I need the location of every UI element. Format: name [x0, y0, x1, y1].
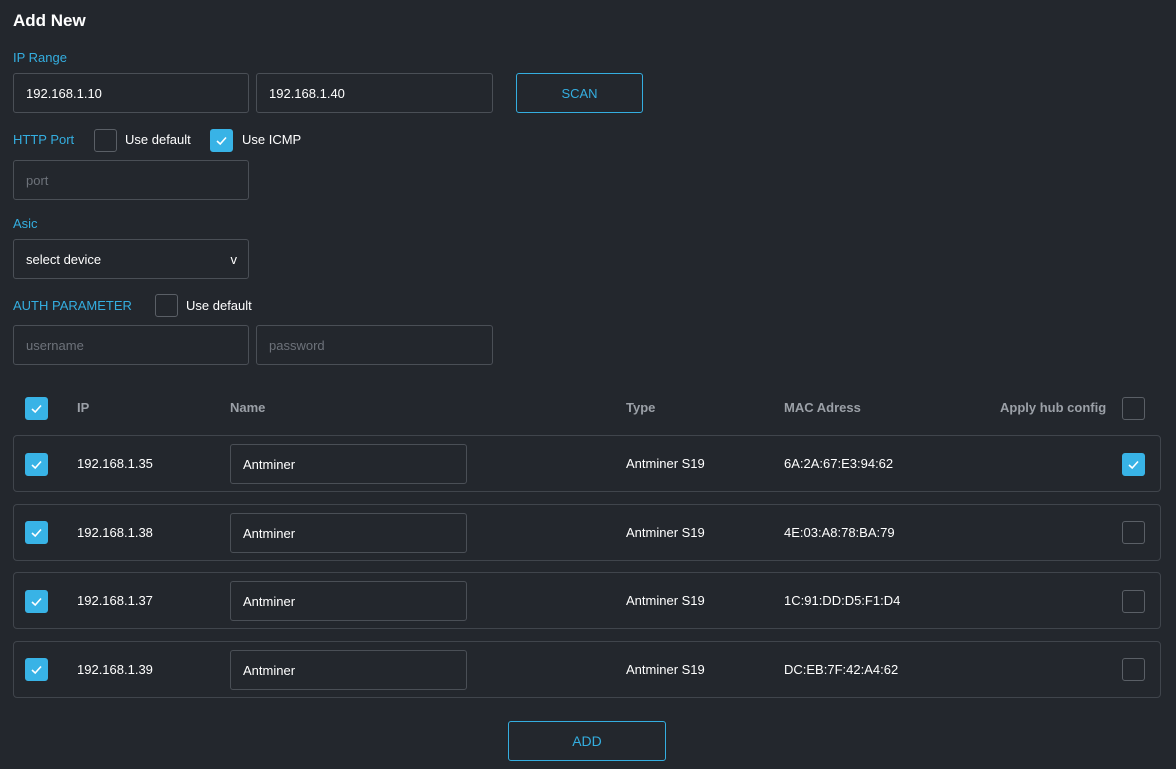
- asic-label: Asic: [13, 216, 38, 231]
- ip-range-end-input[interactable]: [256, 73, 493, 113]
- username-input[interactable]: [13, 325, 249, 365]
- page-title: Add New: [13, 11, 86, 30]
- auth-use-default-checkbox[interactable]: [155, 294, 178, 317]
- http-port-label: HTTP Port: [13, 132, 75, 147]
- check-icon: [31, 460, 42, 470]
- check-icon: [216, 136, 227, 146]
- http-port-use-default-checkbox[interactable]: [94, 129, 117, 152]
- row-select-checkbox[interactable]: [25, 590, 48, 613]
- row-mac-address: DC:EB:7F:42:A4:62: [784, 662, 899, 677]
- table-row: 192.168.1.38 Antminer S19 4E:03:A8:78:BA…: [13, 504, 1161, 561]
- row-type: Antminer S19: [626, 456, 705, 471]
- http-port-use-default-label: Use default: [125, 132, 191, 147]
- chevron-down-icon: v: [230, 251, 238, 267]
- row-type: Antminer S19: [626, 593, 705, 608]
- table-row: 192.168.1.39 Antminer S19 DC:EB:7F:42:A4…: [13, 641, 1161, 698]
- row-select-checkbox[interactable]: [25, 521, 48, 544]
- auth-use-default-label: Use default: [186, 298, 252, 313]
- check-icon: [31, 597, 42, 607]
- row-apply-hub-config-checkbox[interactable]: [1122, 453, 1145, 476]
- row-name-input[interactable]: [230, 581, 467, 621]
- column-header-apply-hub-config: Apply hub config: [1000, 400, 1107, 415]
- use-icmp-label: Use ICMP: [242, 132, 302, 147]
- asic-selected-value: select device: [26, 251, 102, 267]
- row-apply-hub-config-checkbox[interactable]: [1122, 521, 1145, 544]
- row-ip: 192.168.1.37: [77, 593, 153, 608]
- row-ip: 192.168.1.38: [77, 525, 153, 540]
- row-select-checkbox[interactable]: [25, 453, 48, 476]
- row-mac-address: 4E:03:A8:78:BA:79: [784, 525, 895, 540]
- add-button[interactable]: ADD: [508, 721, 666, 761]
- password-input[interactable]: [256, 325, 493, 365]
- row-type: Antminer S19: [626, 662, 705, 677]
- row-apply-hub-config-checkbox[interactable]: [1122, 590, 1145, 613]
- table-row: 192.168.1.35 Antminer S19 6A:2A:67:E3:94…: [13, 435, 1161, 492]
- row-ip: 192.168.1.39: [77, 662, 153, 677]
- column-header-mac: MAC Adress: [784, 400, 861, 415]
- ip-range-label: IP Range: [13, 50, 67, 65]
- row-name-input[interactable]: [230, 444, 467, 484]
- row-select-checkbox[interactable]: [25, 658, 48, 681]
- apply-hub-config-all-checkbox[interactable]: [1122, 397, 1145, 420]
- check-icon: [31, 528, 42, 538]
- auth-parameter-label: AUTH PARAMETER: [13, 298, 132, 313]
- use-icmp-checkbox[interactable]: [210, 129, 233, 152]
- row-mac-address: 6A:2A:67:E3:94:62: [784, 456, 894, 471]
- check-icon: [31, 404, 42, 414]
- row-ip: 192.168.1.35: [77, 456, 153, 471]
- column-header-type: Type: [626, 400, 656, 415]
- port-input[interactable]: [13, 160, 249, 200]
- check-icon: [31, 665, 42, 675]
- table-row: 192.168.1.37 Antminer S19 1C:91:DD:D5:F1…: [13, 572, 1161, 629]
- asic-device-select[interactable]: select device v: [13, 239, 249, 279]
- check-icon: [1128, 460, 1139, 470]
- row-name-input[interactable]: [230, 513, 467, 553]
- row-type: Antminer S19: [626, 525, 705, 540]
- column-header-name: Name: [230, 400, 266, 415]
- scan-button[interactable]: SCAN: [516, 73, 643, 113]
- select-all-checkbox[interactable]: [25, 397, 48, 420]
- row-apply-hub-config-checkbox[interactable]: [1122, 658, 1145, 681]
- ip-range-start-input[interactable]: [13, 73, 249, 113]
- column-header-ip: IP: [77, 400, 90, 415]
- row-name-input[interactable]: [230, 650, 467, 690]
- row-mac-address: 1C:91:DD:D5:F1:D4: [784, 593, 901, 608]
